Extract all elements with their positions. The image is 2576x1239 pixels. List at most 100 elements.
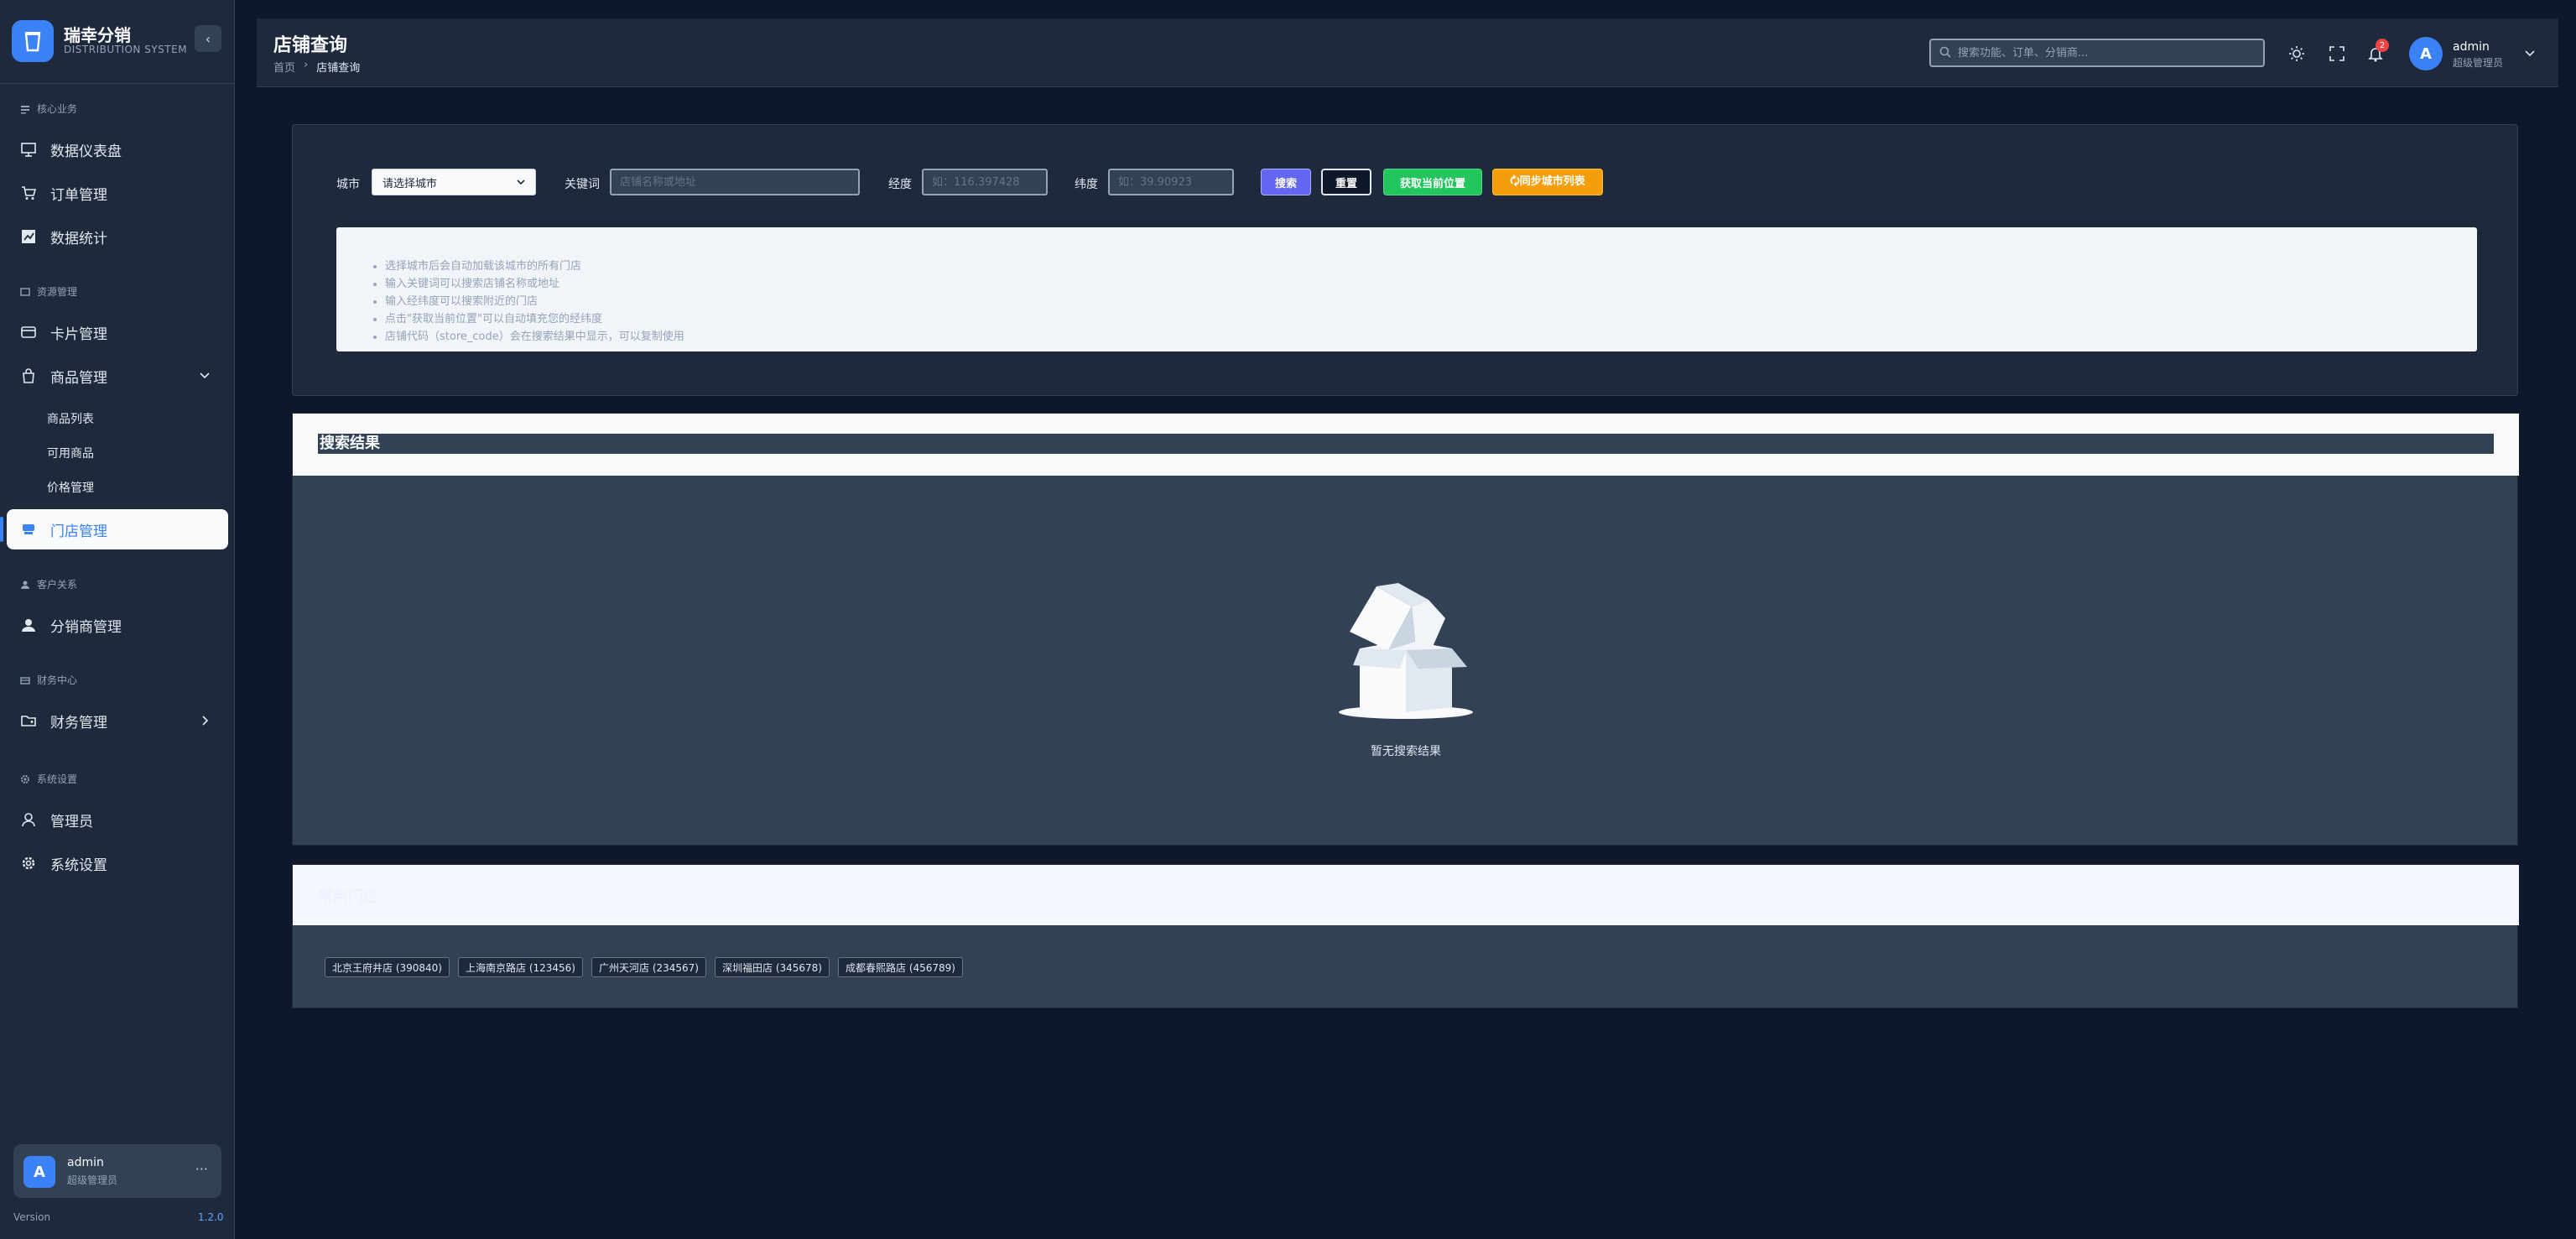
longitude-input[interactable]	[922, 169, 1048, 195]
sidebar-item-dashboard[interactable]: 数据仪表盘	[7, 129, 228, 169]
nav-section-resources: 资源管理	[20, 284, 77, 299]
longitude-label: 经度	[888, 178, 912, 191]
search-button[interactable]: 搜索	[1261, 169, 1311, 195]
brand: 瑞幸分销 DISTRIBUTION SYSTEM ‹	[12, 18, 226, 62]
keyword-label: 关键词	[565, 178, 600, 191]
common-stores-panel: 常用门店 北京王府井店 (390840) 上海南京路店 (123456) 广州天…	[292, 864, 2519, 1008]
sidebar-subitem-product-list[interactable]: 商品列表	[47, 410, 94, 427]
version-label: Version	[13, 1211, 51, 1223]
user-icon	[20, 617, 37, 633]
store-chip[interactable]: 成都春熙路店 (456789)	[838, 957, 963, 977]
more-icon[interactable]: ···	[195, 1161, 208, 1177]
results-title: 搜索结果	[318, 434, 2494, 454]
empty-text: 暂无搜索结果	[1371, 745, 1441, 758]
sidebar-item-stats[interactable]: 数据统计	[7, 216, 228, 257]
city-label: 城市	[336, 178, 360, 191]
bag-icon	[20, 367, 37, 384]
page-title: 店铺查询	[273, 35, 348, 56]
tip-item: 选择城市后会自动加载该城市的所有门店	[385, 258, 684, 275]
store-chips: 北京王府井店 (390840) 上海南京路店 (123456) 广州天河店 (2…	[325, 957, 963, 977]
avatar: A	[23, 1156, 55, 1188]
common-stores-title: 常用门店	[318, 888, 378, 906]
notification-badge: 2	[2376, 39, 2389, 52]
top-header: 店铺查询 首页 › 店铺查询 2 A admin 超级管理员	[257, 18, 2558, 87]
sidebar-item-orders[interactable]: 订单管理	[7, 173, 228, 213]
search-icon	[1939, 45, 1951, 61]
breadcrumb: 首页 › 店铺查询	[273, 59, 360, 75]
version-value: 1.2.0	[198, 1211, 224, 1223]
empty-state: 暂无搜索结果	[293, 581, 2519, 759]
filter-panel: 城市 请选择城市 关键词 经度 纬度 搜索 重置 获取当前位置 🗘同步城市列表 …	[292, 124, 2518, 396]
sidebar-item-finance[interactable]: 财务管理	[7, 700, 228, 741]
wallet-icon	[20, 675, 30, 685]
breadcrumb-separator: ›	[304, 59, 309, 71]
nav-section-finance: 财务中心	[20, 673, 77, 687]
cart-icon	[20, 185, 37, 201]
folder-icon	[20, 712, 37, 729]
header-user-name[interactable]: admin	[2453, 40, 2490, 54]
reset-button[interactable]: 重置	[1321, 169, 1371, 195]
header-user-role: 超级管理员	[2453, 57, 2504, 69]
tip-item: 输入经纬度可以搜索附近的门店	[385, 293, 684, 310]
sidebar-item-settings[interactable]: 系统设置	[7, 843, 228, 883]
sidebar-subitem-price-management[interactable]: 价格管理	[47, 479, 94, 496]
chevron-right-icon	[196, 712, 213, 729]
user-role: 超级管理员	[67, 1174, 118, 1186]
sidebar-item-stores[interactable]: 门店管理	[7, 509, 228, 549]
theme-toggle-sun-icon[interactable]	[2285, 42, 2308, 65]
store-chip[interactable]: 北京王府井店 (390840)	[325, 957, 450, 977]
sync-cities-button[interactable]: 🗘同步城市列表	[1492, 169, 1603, 195]
tips-list: 选择城市后会自动加载该城市的所有门店 输入关键词可以搜索店铺名称或地址 输入经纬…	[385, 258, 684, 346]
bell-icon[interactable]: 2	[2364, 39, 2389, 65]
store-chip[interactable]: 上海南京路店 (123456)	[458, 957, 583, 977]
keyword-input[interactable]	[610, 169, 860, 195]
search-input[interactable]	[1958, 46, 2260, 60]
tip-item: 店铺代码（store_code）会在搜索结果中显示，可以复制使用	[385, 328, 684, 346]
user-name: admin	[67, 1156, 104, 1169]
chevron-down-icon	[515, 176, 527, 188]
city-select-value: 请选择城市	[382, 177, 438, 190]
store-icon	[20, 521, 37, 538]
results-header: 搜索结果	[293, 414, 2519, 476]
city-select[interactable]: 请选择城市	[372, 169, 536, 195]
sidebar-item-label: 卡片管理	[50, 325, 107, 343]
empty-box-icon	[1335, 581, 1477, 727]
sidebar-item-label: 商品管理	[50, 369, 107, 387]
global-search[interactable]	[1929, 39, 2265, 67]
monitor-icon	[20, 141, 37, 158]
nav-section-core: 核心业务	[20, 102, 77, 116]
sidebar-item-cards[interactable]: 卡片管理	[7, 312, 228, 352]
sidebar-item-label: 门店管理	[50, 523, 107, 540]
store-chip[interactable]: 广州天河店 (234567)	[591, 957, 706, 977]
sidebar-user-card[interactable]: A admin 超级管理员 ···	[13, 1144, 221, 1198]
gear-small-icon	[20, 774, 30, 784]
latitude-input[interactable]	[1108, 169, 1234, 195]
box-icon	[20, 287, 30, 297]
sidebar-subitem-available-products[interactable]: 可用商品	[47, 445, 94, 461]
sidebar-item-distributors[interactable]: 分销商管理	[7, 605, 228, 645]
sidebar-collapse-button[interactable]: ‹	[195, 25, 221, 52]
header-avatar[interactable]: A	[2409, 37, 2443, 70]
nav-section-system: 系统设置	[20, 772, 77, 786]
tip-item: 点击"获取当前位置"可以自动填充您的经纬度	[385, 310, 684, 328]
get-location-button[interactable]: 获取当前位置	[1383, 169, 1482, 195]
chevron-down-icon	[196, 367, 213, 384]
person-icon	[20, 580, 30, 590]
chevron-down-icon[interactable]	[2521, 45, 2538, 62]
cup-logo-icon	[12, 20, 54, 62]
sidebar-item-label: 数据统计	[50, 230, 107, 247]
sidebar-item-admins[interactable]: 管理员	[7, 799, 228, 840]
brand-title: 瑞幸分销	[64, 25, 131, 45]
common-stores-header: 常用门店	[293, 865, 2519, 925]
fullscreen-icon[interactable]	[2325, 42, 2349, 65]
results-panel: 搜索结果 暂无搜索结果	[292, 413, 2519, 846]
divider	[0, 83, 235, 84]
store-chip[interactable]: 深圳福田店 (345678)	[715, 957, 830, 977]
chart-icon	[20, 228, 37, 245]
sidebar-item-products[interactable]: 商品管理	[7, 356, 228, 396]
sidebar-item-label: 数据仪表盘	[50, 143, 122, 160]
sidebar-item-label: 管理员	[50, 813, 93, 830]
sidebar-item-label: 系统设置	[50, 856, 107, 874]
card-icon	[20, 324, 37, 341]
breadcrumb-home[interactable]: 首页	[273, 59, 295, 75]
